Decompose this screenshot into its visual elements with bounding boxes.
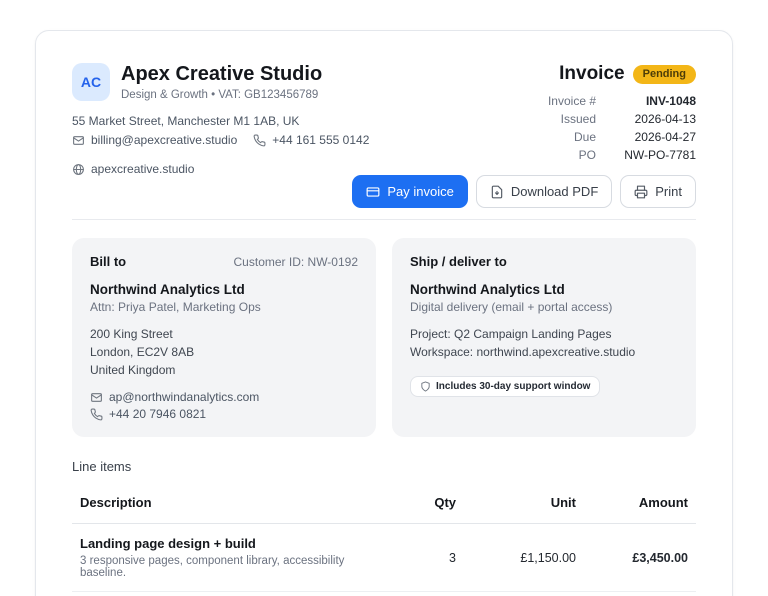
printer-icon	[634, 185, 648, 199]
line-items-heading: Line items	[72, 459, 696, 474]
envelope-icon	[90, 391, 103, 404]
seller-website: apexcreative.studio	[91, 162, 194, 176]
company-tagline: Design & Growth • VAT: GB123456789	[121, 89, 322, 101]
ship-to-workspace: Workspace: northwind.apexcreative.studio	[410, 343, 678, 361]
seller-email: billing@apexcreative.studio	[91, 133, 237, 147]
ship-to-details: Project: Q2 Campaign Landing Pages Works…	[410, 325, 678, 361]
company-logo: AC	[72, 63, 110, 101]
phone-icon	[253, 134, 266, 147]
status-badge: Pending	[633, 65, 696, 84]
invoice-header: AC Apex Creative Studio Design & Growth …	[72, 63, 696, 208]
customer-id: Customer ID: NW-0192	[234, 255, 358, 269]
meta-label-due: Due	[426, 130, 596, 144]
invoice-card: AC Apex Creative Studio Design & Growth …	[35, 30, 733, 596]
pay-invoice-button[interactable]: Pay invoice	[352, 175, 467, 208]
company-name: Apex Creative Studio	[121, 63, 322, 86]
meta-value-po: NW-PO-7781	[596, 148, 696, 162]
col-description: Description	[80, 495, 384, 510]
meta-label-issued: Issued	[426, 112, 596, 126]
bill-to-company: Northwind Analytics Ltd	[90, 282, 358, 297]
meta-value-due: 2026-04-27	[596, 130, 696, 144]
table-row: Landing page design + build 3 responsive…	[72, 524, 696, 592]
seller-block: AC Apex Creative Studio Design & Growth …	[72, 63, 369, 208]
line-items-table: Description Qty Unit Amount Landing page…	[72, 485, 696, 596]
envelope-icon	[72, 134, 85, 147]
table-header-row: Description Qty Unit Amount	[72, 485, 696, 524]
table-row: Copy polish + conversion review CTA hier…	[72, 592, 696, 596]
bill-to-phone: +44 20 7946 0821	[109, 407, 206, 421]
download-file-icon	[490, 185, 504, 199]
item-description: 3 responsive pages, component library, a…	[80, 555, 384, 579]
col-amount: Amount	[584, 495, 688, 510]
header-divider	[72, 219, 696, 220]
seller-phone: +44 161 555 0142	[272, 133, 369, 147]
bill-to-attn: Attn: Priya Patel, Marketing Ops	[90, 300, 358, 314]
seller-address: 55 Market Street, Manchester M1 1AB, UK	[72, 114, 369, 128]
item-unit: £1,150.00	[464, 551, 576, 565]
meta-value-issued: 2026-04-13	[596, 112, 696, 126]
ship-to-heading: Ship / deliver to	[410, 254, 507, 269]
ship-to-panel: Ship / deliver to Northwind Analytics Lt…	[392, 238, 696, 437]
bill-to-panel: Bill to Customer ID: NW-0192 Northwind A…	[72, 238, 376, 437]
credit-card-icon	[366, 185, 380, 199]
phone-icon	[90, 408, 103, 421]
globe-icon	[72, 163, 85, 176]
bill-to-address: 200 King Street London, EC2V 8AB United …	[90, 325, 358, 379]
item-title: Landing page design + build	[80, 536, 384, 551]
ship-to-company: Northwind Analytics Ltd	[410, 282, 678, 297]
bill-to-heading: Bill to	[90, 254, 126, 269]
print-button[interactable]: Print	[620, 175, 696, 208]
download-pdf-button[interactable]: Download PDF	[476, 175, 612, 208]
col-unit: Unit	[464, 495, 576, 510]
item-qty: 3	[392, 551, 456, 565]
shield-icon	[420, 381, 431, 392]
invoice-meta-block: Invoice Pending Invoice # INV-1048 Issue…	[426, 63, 696, 208]
meta-label-po: PO	[426, 148, 596, 162]
bill-to-email: ap@northwindanalytics.com	[109, 390, 259, 404]
support-window-badge: Includes 30-day support window	[410, 376, 600, 397]
meta-label-invoice-number: Invoice #	[426, 94, 596, 108]
meta-value-invoice-number: INV-1048	[596, 94, 696, 108]
invoice-title: Invoice	[559, 63, 624, 85]
item-amount: £3,450.00	[584, 551, 688, 565]
ship-to-method: Digital delivery (email + portal access)	[410, 300, 678, 314]
ship-to-project: Project: Q2 Campaign Landing Pages	[410, 325, 678, 343]
col-qty: Qty	[392, 495, 456, 510]
